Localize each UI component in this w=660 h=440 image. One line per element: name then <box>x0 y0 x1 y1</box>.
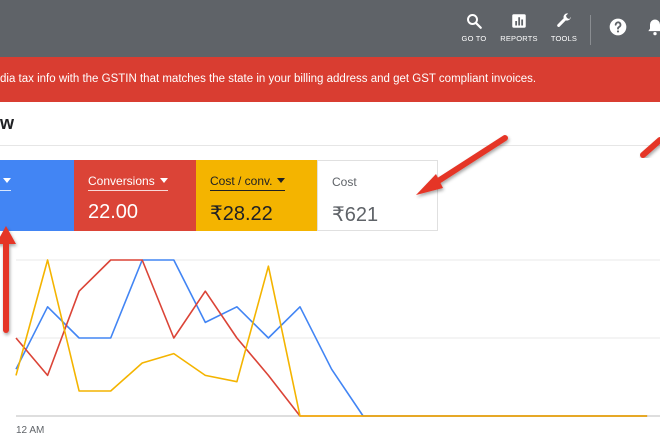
bell-icon <box>648 19 660 36</box>
conversions-metric-dropdown[interactable]: Conversions <box>88 174 168 191</box>
chevron-down-icon <box>277 178 286 183</box>
page-title: w <box>0 113 15 133</box>
cost-label: Cost <box>332 175 357 189</box>
banner-text: dia tax info with the GSTIN that matches… <box>0 73 537 85</box>
scorecard-blue-dropdown[interactable] <box>0 174 11 191</box>
cost-per-conv-label: Cost / conv. <box>210 174 273 188</box>
wrench-icon <box>557 13 571 27</box>
goto-label: GO TO <box>461 34 487 43</box>
scorecard-blue[interactable] <box>0 160 74 231</box>
scorecard-cost[interactable]: Cost ₹621 <box>317 160 438 231</box>
scorecard-conversions[interactable]: Conversions 22.00 <box>74 160 196 231</box>
reports-icon <box>512 14 526 28</box>
cost-per-conv-metric-dropdown[interactable]: Cost / conv. <box>210 174 286 191</box>
help-icon <box>609 18 627 36</box>
gst-notice-banner: dia tax info with the GSTIN that matches… <box>0 57 660 102</box>
performance-chart <box>15 259 660 417</box>
notifications-button[interactable] <box>645 17 660 57</box>
toolbar-divider <box>590 15 591 45</box>
tools-label: TOOLS <box>550 34 578 43</box>
x-tick-label: 12 AM <box>16 425 45 436</box>
goto-button[interactable]: GO TO <box>457 12 491 52</box>
conversions-label: Conversions <box>88 174 155 188</box>
page-header: w <box>0 102 660 146</box>
top-toolbar: GO TO REPORTS TOOLS <box>0 0 660 57</box>
search-icon <box>467 14 482 29</box>
reports-label: REPORTS <box>500 34 538 43</box>
cost-per-conv-value: ₹28.22 <box>210 203 273 225</box>
tools-button[interactable]: TOOLS <box>547 12 581 52</box>
chevron-down-icon <box>159 178 168 183</box>
conversions-value: 22.00 <box>88 201 139 223</box>
cost-value: ₹621 <box>332 204 379 226</box>
reports-button[interactable]: REPORTS <box>498 12 540 52</box>
help-button[interactable] <box>605 17 631 57</box>
scorecard-cost-per-conversion[interactable]: Cost / conv. ₹28.22 <box>196 160 317 231</box>
chevron-down-icon <box>3 178 11 183</box>
